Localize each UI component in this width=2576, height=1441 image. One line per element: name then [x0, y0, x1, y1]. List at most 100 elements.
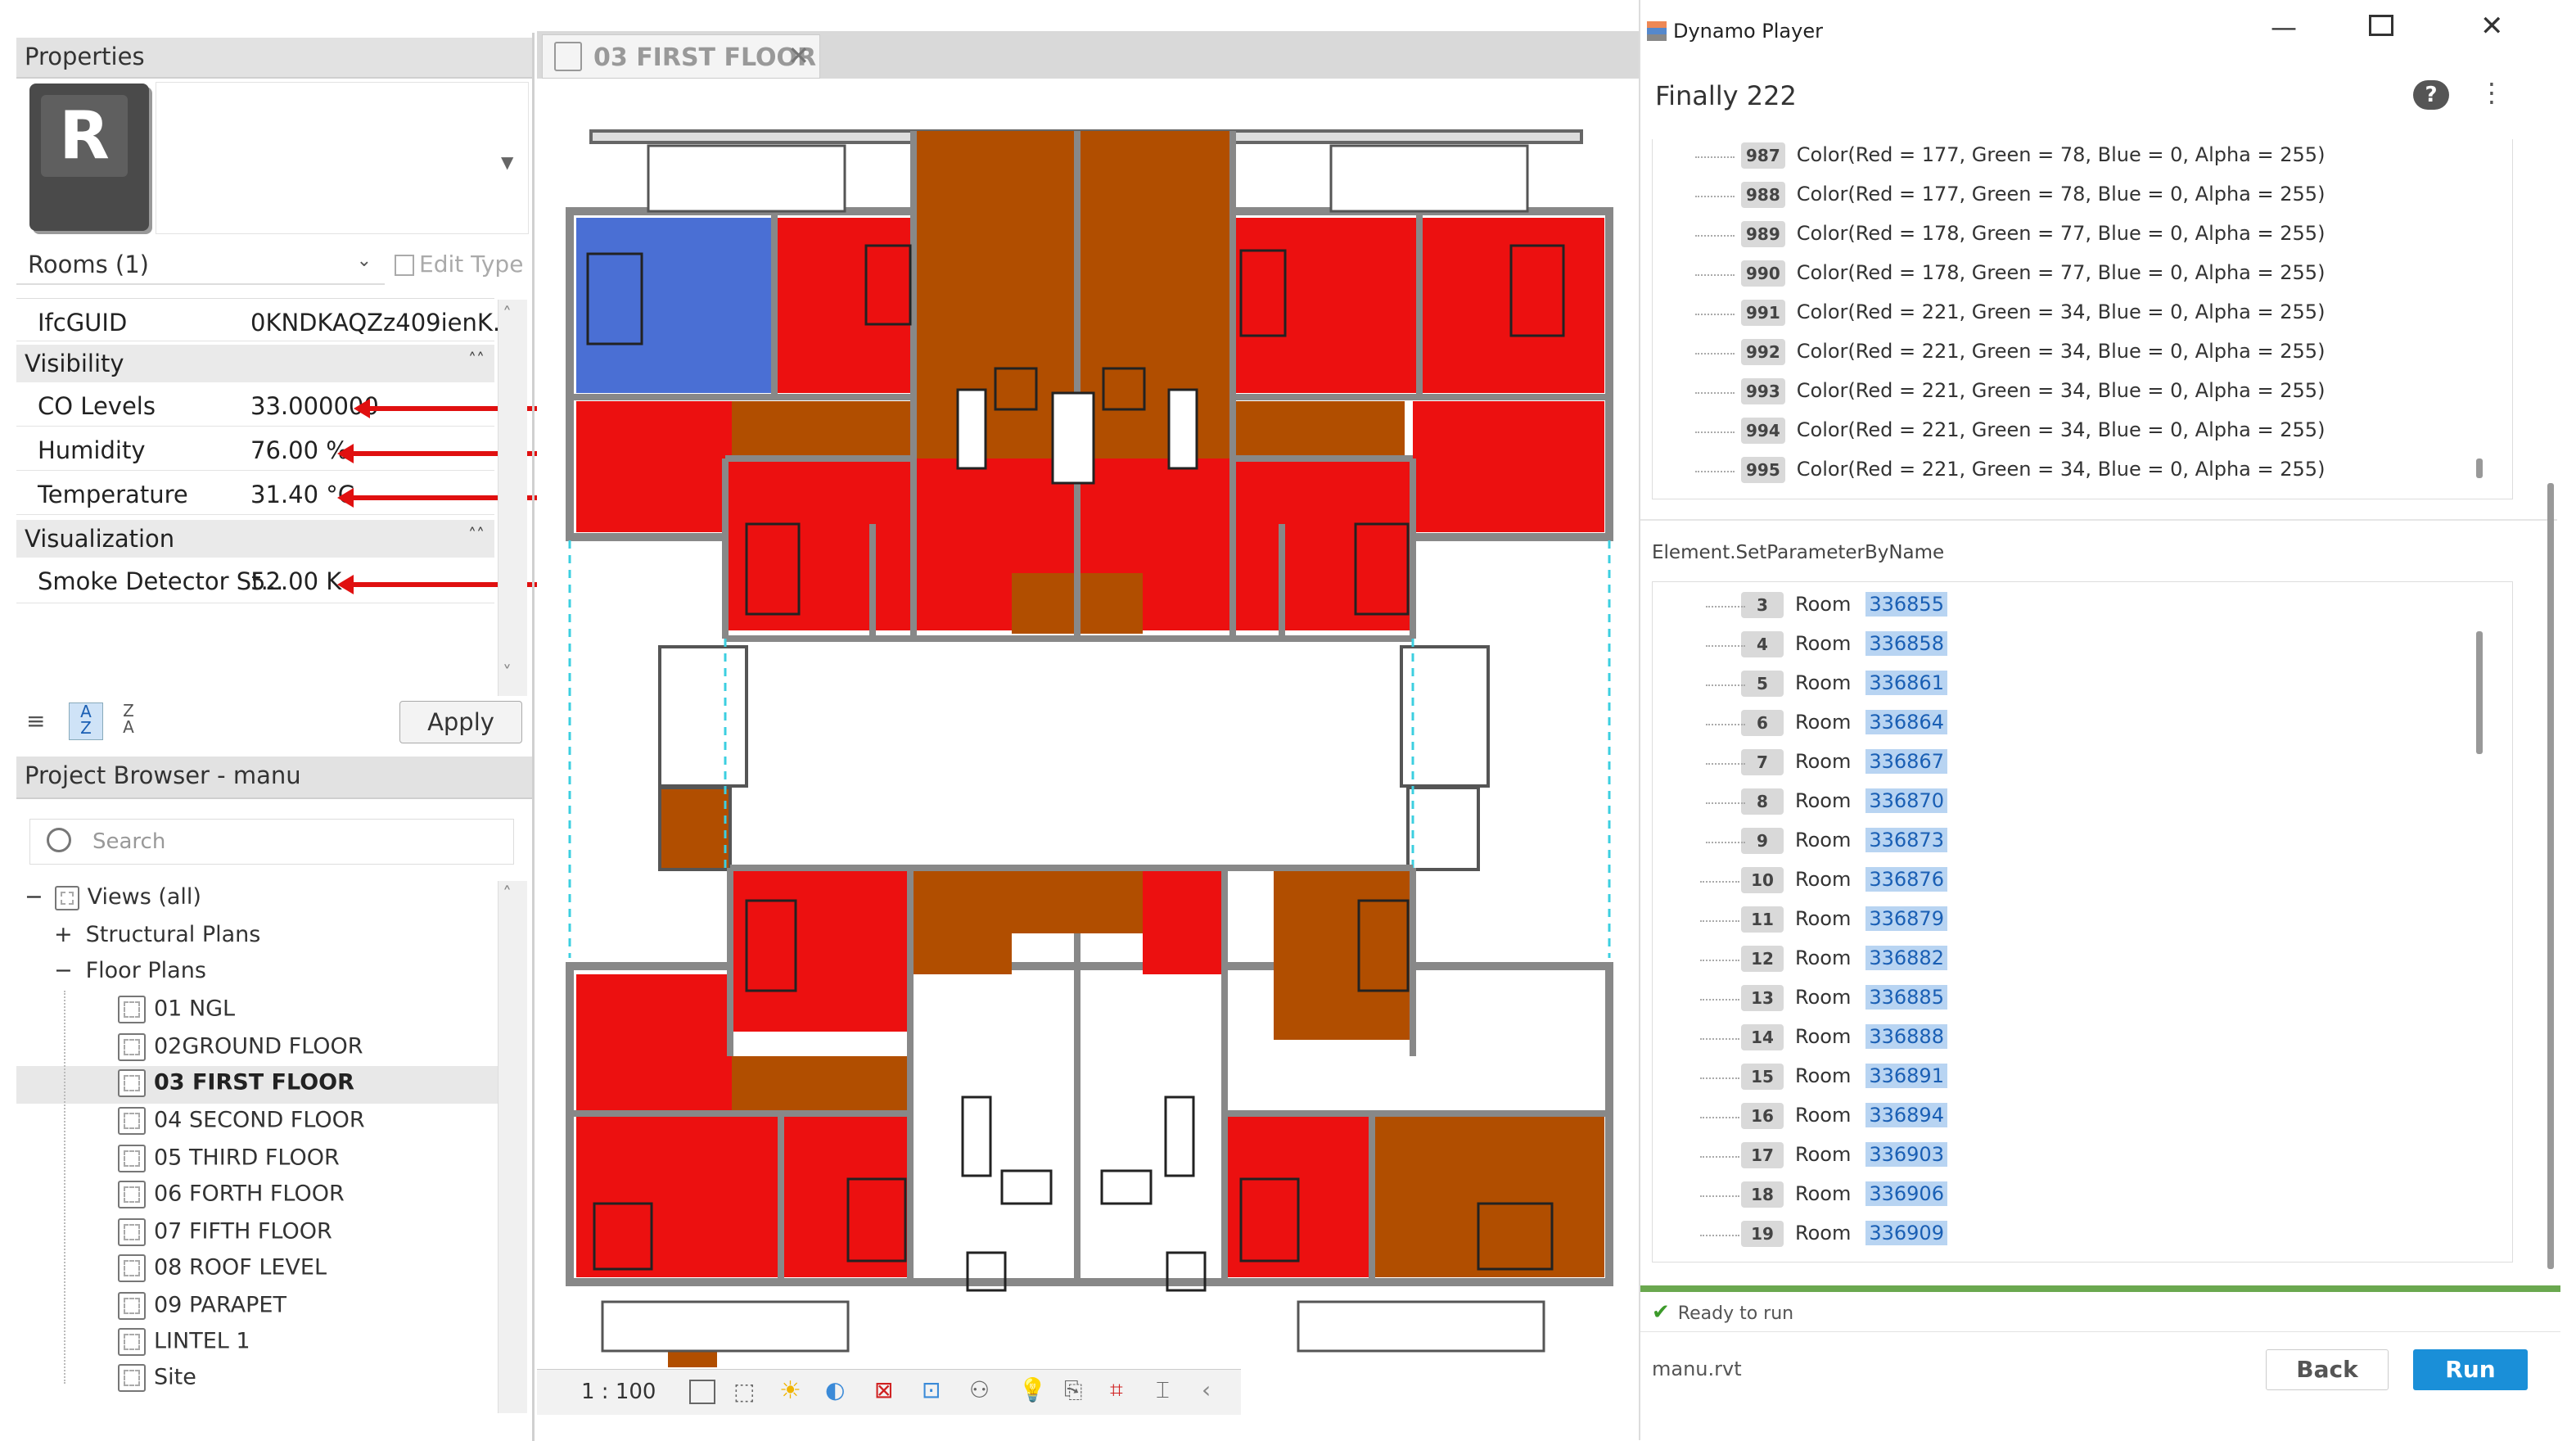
reveal-hidden-icon[interactable]: 💡 [1018, 1376, 1047, 1403]
room-warm[interactable] [1233, 401, 1405, 458]
room-hot[interactable] [1143, 868, 1225, 974]
floor-plan-item[interactable]: Site [118, 1364, 196, 1392]
room-id[interactable]: 336906 [1865, 1181, 1947, 1206]
shadows-icon[interactable]: ◐ [825, 1376, 845, 1403]
ifcguid-value[interactable]: 0KNDKAQZz409ienK... [250, 309, 516, 337]
search-input[interactable]: Search [29, 819, 514, 865]
room-id[interactable]: 336867 [1865, 749, 1947, 774]
floor-plan-item[interactable]: 08 ROOF LEVEL [118, 1254, 327, 1282]
tree-views-all[interactable]: − Views (all) [25, 884, 201, 910]
room-id[interactable]: 336855 [1865, 592, 1947, 617]
group-visibility[interactable]: Visibility ˄˄ [16, 345, 494, 382]
sun-path-icon[interactable]: ☀ [779, 1376, 801, 1405]
room-warm[interactable] [1012, 868, 1143, 933]
type-selector[interactable]: Rooms (1) ⌄ [16, 247, 385, 285]
close-tab-icon[interactable]: ✕ [787, 40, 810, 71]
collapse-icon[interactable]: ˄˄ [468, 350, 485, 369]
floor-plan-item[interactable]: 09 PARAPET [118, 1292, 286, 1320]
property-row-ifcguid[interactable]: IfcGUID 0KNDKAQZz409ienK... [16, 302, 516, 341]
room-hot[interactable] [774, 218, 914, 393]
maximize-icon[interactable] [2369, 15, 2393, 36]
window-scrollbar[interactable] [2547, 483, 2554, 1269]
floor-plan[interactable] [537, 82, 1639, 1376]
collapse-minus-icon[interactable]: − [25, 884, 43, 910]
browser-scrollbar[interactable] [498, 881, 527, 1413]
property-row-humidity[interactable]: Humidity 76.00 % [16, 430, 494, 471]
room-id[interactable]: 336891 [1865, 1064, 1947, 1088]
floor-plan-item[interactable]: 06 FORTH FLOOR [118, 1181, 345, 1208]
room-id[interactable]: 336882 [1865, 946, 1947, 970]
list-scroll-thumb[interactable] [2476, 631, 2483, 754]
room-hot[interactable] [1233, 458, 1413, 630]
floor-plan-item[interactable]: 01 NGL [118, 996, 235, 1023]
room-warm[interactable] [910, 868, 1012, 974]
detail-level-icon[interactable] [689, 1380, 715, 1404]
scroll-down-icon[interactable]: ˅ [503, 663, 512, 684]
categorized-icon[interactable]: ≡ [26, 707, 54, 735]
room-id[interactable]: 336876 [1865, 867, 1947, 892]
edit-type-button[interactable]: Edit Type [391, 246, 530, 285]
room-cool[interactable] [576, 218, 774, 393]
floor-plan-item[interactable]: 07 FIFTH FLOOR [118, 1218, 332, 1246]
close-icon[interactable]: ✕ [2480, 10, 2504, 43]
property-row-temperature[interactable]: Temperature 31.40 °C [16, 474, 494, 515]
room-hot[interactable] [730, 868, 910, 1032]
sort-descending-icon[interactable]: ZA [111, 702, 146, 740]
room-id[interactable]: 336888 [1865, 1024, 1947, 1049]
room-hot[interactable] [1231, 218, 1419, 393]
run-button[interactable]: Run [2413, 1349, 2528, 1390]
room-id[interactable]: 336894 [1865, 1103, 1947, 1127]
humidity-value[interactable]: 76.00 % [250, 436, 349, 464]
back-button[interactable]: Back [2266, 1349, 2389, 1390]
floor-plan-item[interactable]: 02GROUND FLOOR [118, 1033, 363, 1061]
room-hot[interactable] [576, 1114, 781, 1277]
room-hot[interactable] [576, 401, 732, 532]
room-id[interactable]: 336903 [1865, 1142, 1947, 1167]
room-id[interactable]: 336858 [1865, 631, 1947, 656]
expand-plus-icon[interactable]: + [54, 922, 73, 947]
temporary-hide-icon[interactable]: ⚇ [969, 1376, 990, 1403]
tree-structural-plans[interactable]: + Structural Plans [54, 922, 260, 947]
constraints-icon[interactable]: ⌶ [1156, 1376, 1170, 1404]
room-hot[interactable] [781, 1114, 912, 1277]
room-warm[interactable] [1372, 1114, 1604, 1277]
list-scroll-thumb[interactable] [2476, 458, 2483, 478]
room-id[interactable]: 336861 [1865, 671, 1947, 695]
more-options-icon[interactable]: ⋮ [2479, 77, 2505, 108]
help-icon[interactable]: ? [2413, 80, 2449, 110]
floor-plan-item-selected[interactable]: 03 FIRST FLOOR [118, 1069, 354, 1097]
group-visualization[interactable]: Visualization ˄˄ [16, 520, 494, 558]
sort-ascending-icon[interactable]: AZ [69, 702, 103, 740]
show-crop-icon[interactable]: ⊡ [922, 1376, 941, 1403]
type-dropdown-icon[interactable]: ▼ [501, 152, 513, 172]
tree-floor-plans[interactable]: − Floor Plans [54, 958, 206, 983]
room-warm[interactable] [1274, 868, 1413, 1040]
room-id[interactable]: 336870 [1865, 788, 1947, 813]
room-warm[interactable] [732, 401, 917, 458]
view-scale[interactable]: 1 : 100 [581, 1380, 656, 1404]
visual-style-icon[interactable]: ⬚ [733, 1378, 755, 1405]
crop-view-icon[interactable]: ⊠ [874, 1376, 893, 1403]
worksharing-icon[interactable]: ⎘ [1064, 1376, 1082, 1404]
apply-button[interactable]: Apply [399, 701, 522, 743]
scroll-up-icon[interactable]: ˄ [503, 884, 512, 905]
view-tab[interactable]: 03 FIRST FLOOR ✕ [542, 34, 820, 79]
room-hot[interactable] [1413, 401, 1604, 532]
smoke-detector-value[interactable]: 52.00 K [250, 567, 341, 595]
minimize-icon[interactable]: — [2271, 11, 2297, 43]
collapse-icon[interactable]: ˄˄ [468, 525, 485, 544]
analytical-model-icon[interactable]: ⌗ [1110, 1376, 1123, 1404]
room-id[interactable]: 336864 [1865, 710, 1947, 734]
scroll-up-icon[interactable]: ˄ [503, 305, 512, 325]
chevron-left-icon[interactable]: ‹ [1202, 1376, 1211, 1403]
room-id[interactable]: 336879 [1865, 906, 1947, 931]
room-warm[interactable] [732, 1056, 910, 1114]
property-scrollbar[interactable] [498, 300, 527, 696]
collapse-minus-icon[interactable]: − [54, 958, 73, 983]
room-id[interactable]: 336909 [1865, 1221, 1947, 1245]
room-id[interactable]: 336885 [1865, 985, 1947, 1010]
floor-plan-item[interactable]: LINTEL 1 [118, 1328, 250, 1356]
room-id[interactable]: 336873 [1865, 828, 1947, 852]
floor-plan-item[interactable]: 04 SECOND FLOOR [118, 1107, 365, 1135]
floor-plan-item[interactable]: 05 THIRD FLOOR [118, 1145, 340, 1172]
